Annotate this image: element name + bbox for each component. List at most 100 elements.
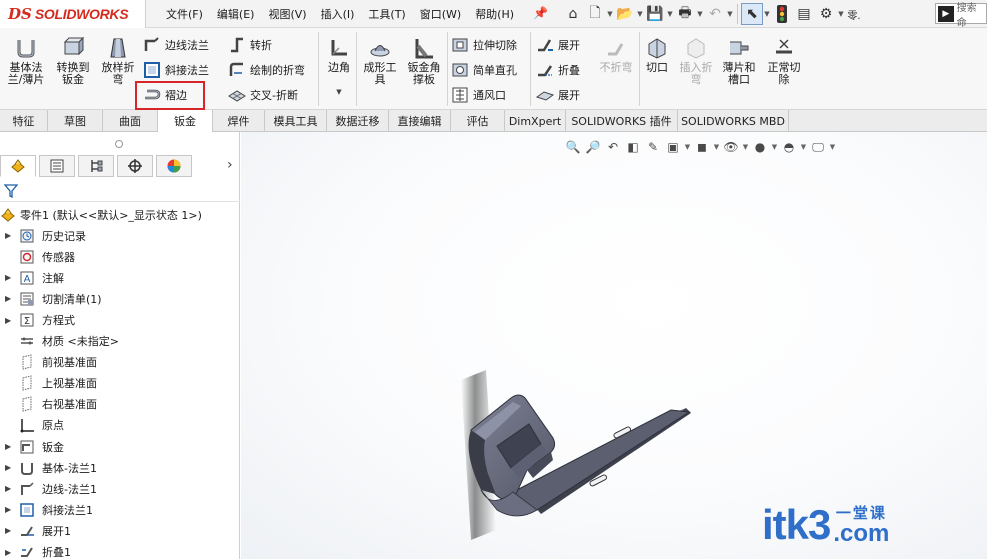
tree-item[interactable]: ▶ A 注解 [0,267,240,288]
tab-dimxpert[interactable]: DimXpert [505,110,566,132]
normal-cut-button[interactable]: 正常切除 [764,36,804,86]
appearance-dropdown-icon[interactable]: ▼ [771,143,778,151]
section-view-icon[interactable]: ◧ [624,138,642,156]
tree-item[interactable]: ▶ 斜接法兰1 [0,499,240,520]
sketched-bend-button[interactable]: 绘制的折弯 [228,59,305,81]
tab-mold-tools[interactable]: 模具工具 [265,110,327,132]
tree-item[interactable]: 右视基准面 [0,394,240,415]
tree-item[interactable]: 材质 <未指定> [0,331,240,352]
sheet-metal-gusset-button[interactable]: 钣金角撑板 [404,36,444,86]
tab-evaluate[interactable]: 评估 [451,110,505,132]
expand-arrow-icon[interactable]: ▶ [5,463,11,472]
dimxpert-manager-tab-icon[interactable] [117,155,153,177]
select-cursor-icon[interactable]: ⬉ [741,3,763,25]
scene-dropdown-icon[interactable]: ▼ [800,143,807,151]
fold-button[interactable]: 折叠 [536,59,580,81]
unfold-button[interactable]: 展开 [536,34,580,56]
rebuild-traffic-light-icon[interactable] [771,3,793,25]
expand-arrow-icon[interactable]: ▶ [5,548,11,557]
new-document-icon[interactable]: 🗋 [584,3,606,25]
menu-help[interactable]: 帮助(H) [475,6,514,22]
tree-item[interactable]: 传感器 [0,246,240,267]
print-icon[interactable]: 🖶 [674,3,696,25]
menu-window[interactable]: 窗口(W) [420,6,461,22]
expand-arrow-icon[interactable]: ▶ [5,526,11,535]
forming-tool-button[interactable]: 成形工具 [360,36,400,86]
expand-arrow-icon[interactable]: ▶ [5,316,11,325]
configuration-manager-tab-icon[interactable] [78,155,114,177]
menu-insert[interactable]: 插入(I) [321,6,355,22]
graphics-area[interactable]: 🔍 🔎 ↶ ◧ ✎ ▣ ▼ ◼ ▼ 👁 ▼ ● ▼ ◓ ▼ 🖵 ▼ itk3 一… [241,132,987,559]
menu-file[interactable]: 文件(F) [166,6,203,22]
tree-root-part[interactable]: 零件1 (默认<<默认>_显示状态 1>) [0,204,240,225]
view-settings-dropdown-icon[interactable]: ▼ [829,143,836,151]
menu-edit[interactable]: 编辑(E) [217,6,255,22]
tree-item[interactable]: ▶ 基体-法兰1 [0,457,240,478]
tree-item[interactable]: ▶ 钣金 [0,436,240,457]
save-icon[interactable]: 💾 [644,3,666,25]
edit-appearance-icon[interactable]: ● [751,138,769,156]
more-overflow-icon[interactable]: 零. [845,3,863,25]
tab-and-slot-button[interactable]: 薄片和槽口 [719,36,759,86]
file-properties-icon[interactable]: ▤ [793,3,815,25]
vent-button[interactable]: 通风口 [451,84,506,106]
hide-show-items-icon[interactable]: 👁 [722,138,740,156]
feature-manager-tab-icon[interactable] [0,155,36,177]
rip-button[interactable]: 切口 [643,36,671,74]
tab-weldments[interactable]: 焊件 [213,110,265,132]
tree-item[interactable]: ▶ 历史记录 [0,225,240,246]
no-bends-button[interactable]: 不折弯 [598,36,634,74]
flatten-button[interactable]: 展开 [536,84,580,106]
corners-dropdown-icon[interactable]: ▼ [336,86,341,98]
tree-item[interactable]: ▶ 边线-法兰1 [0,478,240,499]
expand-arrow-icon[interactable]: ▶ [5,273,11,282]
tab-data-migration[interactable]: 数据迁移 [327,110,389,132]
menu-view[interactable]: 视图(V) [268,6,306,22]
search-input[interactable]: ▶ 搜索命 [935,3,987,29]
print-dropdown-icon[interactable]: ▼ [696,10,704,18]
extruded-cut-button[interactable]: 拉伸切除 [451,34,517,56]
simple-hole-button[interactable]: 简单直孔 [451,59,517,81]
tab-solidworks-mbd[interactable]: SOLIDWORKS MBD [678,110,789,132]
pin-menu-icon[interactable]: 📌 [533,6,548,20]
display-style-icon[interactable]: ◼ [693,138,711,156]
tree-item[interactable]: ▶ 折叠1 [0,542,240,559]
tab-features[interactable]: 特征 [0,110,48,132]
tree-item[interactable]: 原点 [0,415,240,436]
tab-sketch[interactable]: 草图 [48,110,103,132]
save-dropdown-icon[interactable]: ▼ [666,10,674,18]
tab-sheet-metal[interactable]: 钣金 [158,110,213,133]
dynamic-annotation-icon[interactable]: ✎ [644,138,662,156]
property-manager-tab-icon[interactable] [39,155,75,177]
options-gear-icon[interactable]: ⚙ [815,3,837,25]
expand-arrow-icon[interactable]: ▶ [5,484,11,493]
new-dropdown-icon[interactable]: ▼ [606,10,614,18]
select-dropdown-icon[interactable]: ▼ [763,10,771,18]
display-style-dropdown-icon[interactable]: ▼ [713,143,720,151]
cross-break-button[interactable]: 交叉-折断 [228,84,298,106]
expand-arrow-icon[interactable]: ▶ [5,294,11,303]
tab-surfaces[interactable]: 曲面 [103,110,158,132]
tree-item[interactable]: 上视基准面 [0,373,240,394]
expand-arrow-icon[interactable]: ▶ [5,505,11,514]
options-dropdown-icon[interactable]: ▼ [837,10,845,18]
open-dropdown-icon[interactable]: ▼ [636,10,644,18]
tree-item[interactable]: ▶ 展开1 [0,520,240,541]
filter-funnel-icon[interactable] [4,183,18,198]
sheet-metal-part-model[interactable] [441,360,711,550]
chevron-right-icon[interactable]: › [227,157,233,173]
tree-filter-bar[interactable] [0,180,240,202]
expand-arrow-icon[interactable]: ▶ [5,231,11,240]
zoom-to-fit-icon[interactable]: 🔍 [564,138,582,156]
miter-flange-button[interactable]: 斜接法兰 [143,59,209,81]
open-folder-icon[interactable]: 📂 [614,3,636,25]
view-orientation-dropdown-icon[interactable]: ▼ [684,143,691,151]
view-settings-monitor-icon[interactable]: 🖵 [809,138,827,156]
zoom-to-area-icon[interactable]: 🔎 [584,138,602,156]
tab-direct-editing[interactable]: 直接编辑 [389,110,451,132]
tab-solidworks-addins[interactable]: SOLIDWORKS 插件 [566,110,678,132]
jog-button[interactable]: 转折 [228,34,272,56]
solidworks-logo[interactable]: DS SOLIDWORKS [0,0,146,28]
tree-item[interactable]: 前视基准面 [0,352,240,373]
menu-tools[interactable]: 工具(T) [368,6,405,22]
